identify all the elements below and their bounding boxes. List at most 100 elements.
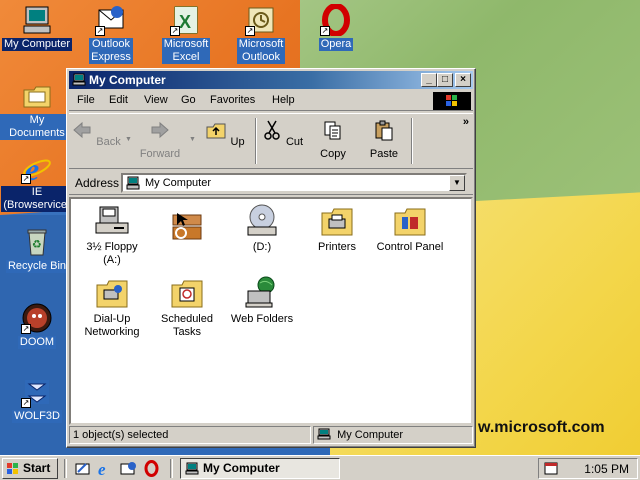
dial-up-folder-icon [94, 275, 130, 311]
start-button[interactable]: Start [2, 458, 58, 479]
menu-view[interactable]: View [144, 94, 168, 106]
toolbar-more-chevron[interactable]: » [463, 116, 469, 128]
menu-file[interactable]: File [77, 94, 95, 106]
internet-explorer-icon[interactable]: e [96, 460, 113, 477]
desktop-icon-label: Recycle Bin [5, 260, 69, 273]
forward-button[interactable]: Forward [135, 117, 185, 160]
quicklaunch-divider [170, 459, 173, 478]
desktop-icon-label: My Documents [0, 114, 74, 140]
wolf3d-icon: ↗ [21, 376, 53, 408]
my-computer-small-icon [317, 428, 331, 440]
floppy-drive-icon [94, 203, 130, 239]
outlook-icon: ↗ [245, 4, 277, 36]
maximize-button[interactable]: □ [437, 73, 453, 87]
item-floppy-drive[interactable]: 3½ Floppy (A:) [75, 203, 149, 267]
my-computer-small-icon [185, 462, 199, 475]
scheduled-tasks-folder-icon [169, 275, 205, 311]
status-selection-panel: 1 object(s) selected [69, 426, 311, 444]
close-button[interactable]: × [455, 73, 471, 87]
status-location-panel: My Computer [313, 426, 473, 444]
internet-explorer-icon: e ↗ [21, 151, 53, 187]
forward-dropdown-icon[interactable]: ▼ [189, 136, 196, 143]
shortcut-arrow-icon: ↗ [320, 26, 330, 36]
paste-icon [375, 120, 393, 141]
toolbar-separator [411, 118, 413, 164]
desktop-icon-label: Outlook Express [89, 38, 133, 64]
shortcut-arrow-icon: ↗ [21, 324, 31, 334]
menu-favorites[interactable]: Favorites [210, 94, 255, 106]
taskbar-button-my-computer[interactable]: My Computer [180, 458, 340, 479]
item-printers[interactable]: Printers [300, 203, 374, 254]
printers-folder-icon [319, 203, 355, 239]
address-bar: Address My Computer ▼ [69, 171, 473, 195]
system-tray: 1:05 PM [538, 458, 638, 479]
paste-button[interactable]: Paste [359, 117, 409, 160]
opera-icon: ↗ [320, 3, 352, 37]
forward-label: Forward [139, 148, 181, 160]
my-computer-window[interactable]: My Computer _ □ × File Edit View Go Favo… [66, 68, 476, 448]
shortcut-arrow-icon: ↗ [245, 26, 255, 36]
shortcut-arrow-icon: ↗ [170, 26, 180, 36]
item-drive-loading[interactable] [150, 209, 224, 247]
outlook-express-icon: ↗ [95, 4, 127, 36]
desktop-icon-wolf3d[interactable]: ↗ WOLF3D [0, 376, 74, 423]
scheduler-tray-icon[interactable] [543, 461, 559, 476]
cd-drive-icon [244, 203, 280, 239]
item-scheduled-tasks[interactable]: Scheduled Tasks [150, 275, 224, 339]
status-selection-text: 1 object(s) selected [73, 429, 169, 441]
quicklaunch-divider [64, 459, 67, 478]
show-desktop-icon[interactable] [74, 460, 91, 477]
web-folders-icon [244, 275, 280, 311]
opera-icon[interactable] [143, 460, 160, 477]
copy-label: Copy [320, 148, 346, 160]
address-field[interactable]: My Computer ▼ [121, 173, 467, 193]
my-computer-icon [21, 4, 53, 36]
forward-arrow-icon [151, 121, 169, 139]
desktop-icon-doom[interactable]: ↗ DOOM [0, 302, 74, 349]
desktop-icon-opera[interactable]: ↗ Opera [299, 3, 373, 51]
folder-content: 3½ Floppy (A:) (D:) Printers Control Pan… [69, 197, 473, 425]
item-cd-drive[interactable]: (D:) [225, 203, 299, 254]
desktop-icon-my-computer[interactable]: My Computer [0, 4, 74, 51]
address-label: Address [75, 176, 120, 190]
up-folder-icon [206, 123, 226, 139]
item-web-folders[interactable]: Web Folders [225, 275, 299, 326]
menu-go[interactable]: Go [181, 94, 196, 106]
desktop-icon-outlook-express[interactable]: ↗ Outlook Express [74, 4, 148, 64]
address-dropdown-icon[interactable]: ▼ [449, 175, 465, 191]
item-dial-up-networking[interactable]: Dial-Up Networking [75, 275, 149, 339]
svg-text:e: e [98, 460, 106, 477]
copy-button[interactable]: Copy [308, 117, 358, 160]
title-bar[interactable]: My Computer _ □ × [69, 71, 473, 89]
toolbar: Back ▼ Forward ▼ Up Cut Copy Paste » [69, 113, 473, 169]
desktop-icon-microsoft-excel[interactable]: X ↗ Microsoft Excel [149, 4, 223, 64]
minimize-button[interactable]: _ [421, 73, 437, 87]
item-label: Printers [318, 241, 356, 253]
desktop-icon-my-documents[interactable]: My Documents [0, 80, 74, 140]
status-location-text: My Computer [337, 429, 404, 441]
back-dropdown-icon[interactable]: ▼ [125, 136, 132, 143]
svg-text:♻: ♻ [32, 239, 42, 251]
item-control-panel[interactable]: Control Panel [373, 203, 447, 254]
menu-edit[interactable]: Edit [109, 94, 128, 106]
back-arrow-icon [73, 121, 91, 139]
hard-drive-loading-icon [169, 209, 205, 245]
up-button[interactable]: Up [200, 117, 250, 148]
clock[interactable]: 1:05 PM [584, 462, 629, 476]
menu-help[interactable]: Help [272, 94, 295, 106]
start-label: Start [23, 461, 51, 475]
desktop-icon-label: Microsoft Excel [161, 38, 211, 64]
item-label: (D:) [252, 241, 272, 253]
shortcut-arrow-icon: ↗ [21, 398, 31, 408]
item-label: Scheduled Tasks [161, 313, 213, 338]
my-computer-small-icon [126, 176, 140, 190]
item-label: Web Folders [230, 313, 294, 325]
back-label: Back [96, 136, 121, 148]
desktop-icon-recycle-bin[interactable]: ♻ Recycle Bin [0, 226, 74, 273]
outlook-express-icon[interactable] [120, 460, 137, 477]
desktop-icon-microsoft-outlook[interactable]: ↗ Microsoft Outlook [224, 4, 298, 64]
back-button[interactable]: Back [71, 117, 121, 148]
desktop-icon-label: My Computer [1, 38, 73, 51]
desktop-icon-ie[interactable]: e ↗ IE (Browservice) [0, 151, 74, 212]
cut-button[interactable]: Cut [257, 117, 307, 148]
